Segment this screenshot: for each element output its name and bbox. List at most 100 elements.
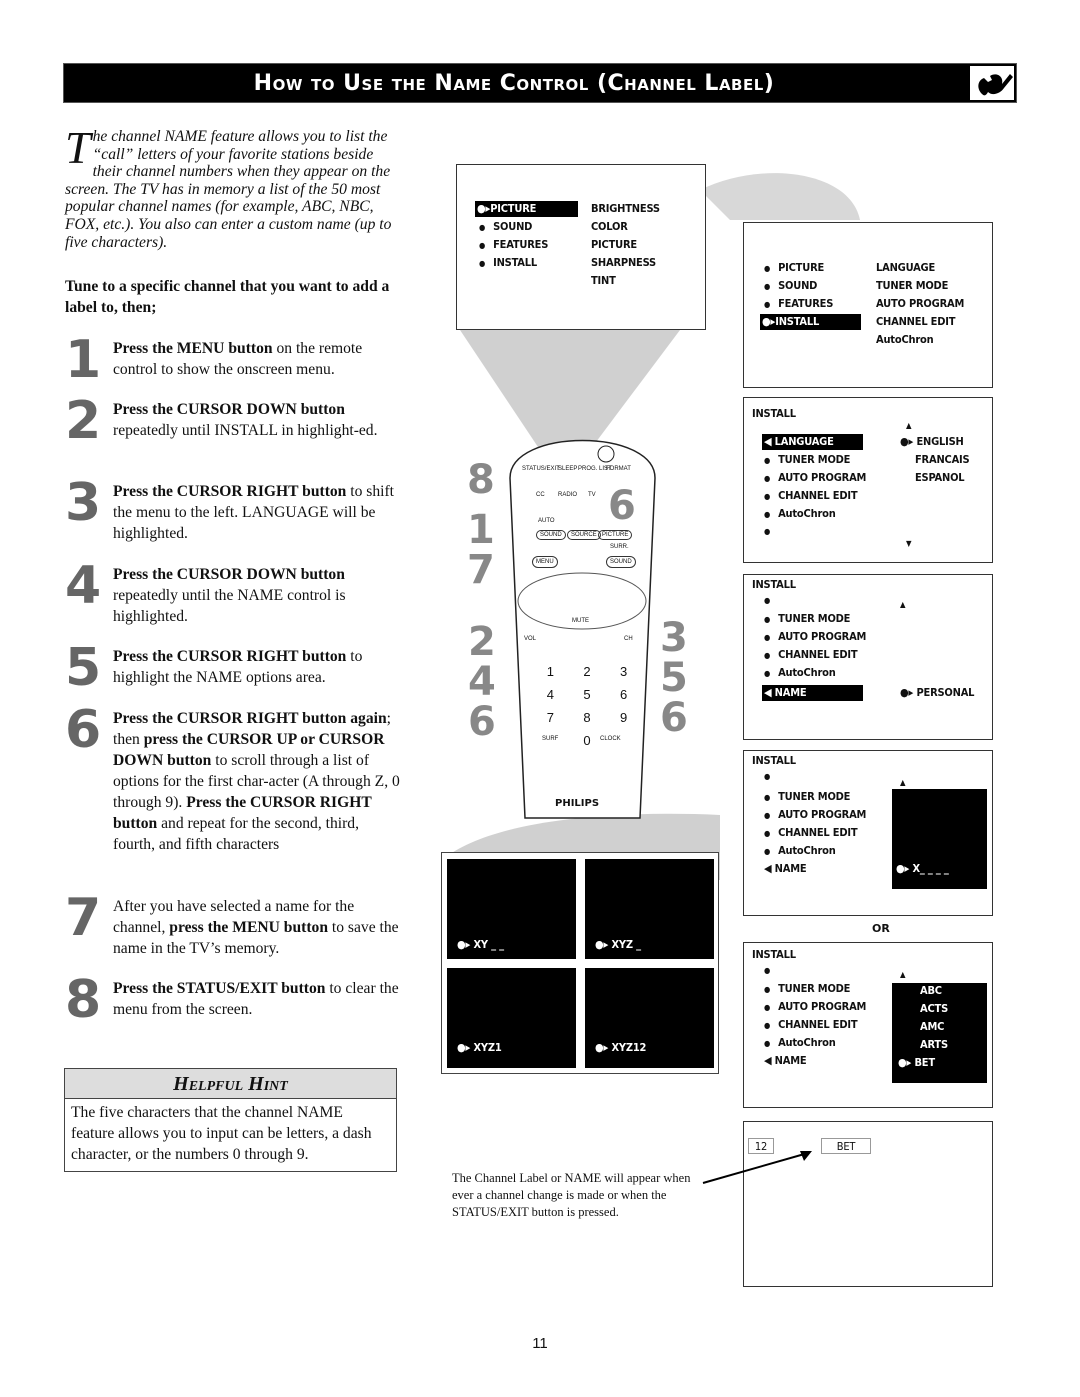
sound-button[interactable]: SOUND [536, 530, 566, 540]
surr-label: SURR. [610, 544, 629, 550]
step-text: After you have selected a name for the c… [113, 898, 399, 957]
more-icon: ● [764, 596, 771, 605]
option-francais: FRANCAIS [915, 453, 970, 466]
entry-screen: ●▸ XYZ12 [585, 968, 714, 1068]
step-4: 4 Press the CURSOR DOWN button repeatedl… [65, 560, 400, 634]
tv-screen-install-menu: PICTURE SOUND FEATURES ●▸INSTALL LANGUAG… [743, 222, 993, 388]
screen-title: INSTALL [752, 407, 796, 420]
screen-title: INSTALL [752, 754, 796, 767]
submenu-item: AUTO PROGRAM [876, 297, 965, 310]
submenu-item: CHANNEL EDIT [876, 315, 956, 328]
scroll-icon: ▲ [900, 970, 906, 979]
page-number: 11 [532, 1335, 548, 1352]
name-entry-value: ●▸ X_ _ _ _ [896, 862, 949, 875]
entry-value: XYZ _ [611, 938, 641, 951]
step-text: Press the CURSOR DOWN button repeatedly … [113, 401, 378, 439]
page-header: How to Use the Name Control (Channel Lab… [63, 63, 1017, 103]
brand-logo: PHILIPS [555, 798, 600, 809]
menu-item: AutoChron [764, 843, 836, 859]
auto-label: AUTO [538, 518, 555, 524]
menu-item-sound: SOUND [764, 278, 817, 294]
digit-button[interactable]: 3 [605, 664, 642, 679]
name-option: ABC [920, 984, 942, 997]
status-exit-label: STATUS/EXIT [522, 466, 560, 472]
menu-item: TUNER MODE [764, 452, 850, 468]
step-7: 7 After you have selected a name for the… [65, 892, 400, 966]
menu-item: AUTO PROGRAM [764, 470, 866, 486]
scroll-icon: ▲ [900, 600, 906, 609]
remote-body [509, 439, 656, 819]
menu-item: CHANNEL EDIT [764, 1017, 857, 1033]
digit-button[interactable]: 2 [569, 664, 606, 679]
hint-title: Helpful Hint [65, 1069, 396, 1099]
menu-item: CHANNEL EDIT [764, 825, 857, 841]
digit-button[interactable]: 4 [532, 687, 569, 702]
intro-paragraph: The channel NAME feature allows you to l… [65, 122, 400, 251]
submenu-item: SHARPNESS [591, 256, 656, 269]
step-6: 6 Press the CURSOR RIGHT button again; t… [65, 704, 400, 878]
or-label: OR [872, 922, 890, 935]
digit-button[interactable]: 0 [569, 733, 606, 748]
digit-button[interactable]: 8 [569, 710, 606, 725]
page-title: How to Use the Name Control (Channel Lab… [253, 71, 775, 96]
menu-item: AutoChron [764, 1035, 836, 1051]
menu-item-name: ◀ NAME [764, 862, 807, 875]
digit-button[interactable]: 7 [532, 710, 569, 725]
step-3: 3 Press the CURSOR RIGHT button to shift… [65, 477, 400, 551]
step-number: 4 [65, 556, 102, 616]
step-1: 1 Press the MENU button on the remote co… [65, 334, 400, 394]
callout-1-7: 1 7 [467, 507, 495, 593]
name-option: AMC [920, 1020, 945, 1033]
step-2: 2 Press the CURSOR DOWN button repeatedl… [65, 395, 400, 469]
menu-item: AutoChron [764, 506, 836, 522]
entry-value: XY _ _ [473, 938, 504, 951]
entry-screen: ●▸ XYZ _ [585, 859, 714, 959]
menu-item: AUTO PROGRAM [764, 807, 866, 823]
step-text: Press the CURSOR RIGHT button to shift t… [113, 483, 395, 542]
step-number: 8 [65, 970, 102, 1030]
name-entry-sequence: ●▸ XY _ _ ●▸ XYZ _ ●▸ XYZ1 ●▸ XYZ12 [441, 852, 719, 1074]
step-number: 5 [65, 638, 102, 698]
vol-label: VOL [524, 636, 537, 642]
digit-button[interactable]: 5 [569, 687, 606, 702]
menu-item: TUNER MODE [764, 981, 850, 997]
drop-cap: T [65, 122, 91, 173]
callout-2-4-6: 2 4 6 [468, 619, 496, 745]
menu-item-sound: SOUND [479, 219, 532, 235]
digit-button[interactable]: 9 [605, 710, 642, 725]
name-entry-box: ●▸ X_ _ _ _ [892, 789, 987, 889]
intro-text: he channel NAME feature allows you to li… [65, 128, 392, 251]
submenu-item: TINT [591, 274, 616, 287]
screen-title: INSTALL [752, 578, 796, 591]
digit-button[interactable]: 1 [532, 664, 569, 679]
menu-button[interactable]: MENU [532, 556, 558, 568]
screen-title: INSTALL [752, 948, 796, 961]
step-number: 3 [65, 473, 102, 533]
surr-sound-button[interactable]: SOUND [606, 556, 636, 568]
submenu-item: PICTURE [591, 238, 637, 251]
source-button[interactable]: SOURCE [567, 530, 601, 540]
step-text: Press the STATUS/EXIT button to clear th… [113, 980, 399, 1018]
scroll-up-icon: ▲ [906, 421, 912, 430]
menu-item-install: INSTALL [479, 255, 537, 271]
menu-item-picture: ●▸PICTURE [475, 201, 578, 217]
arrow-icon [702, 1151, 812, 1184]
menu-item: AutoChron [764, 665, 836, 681]
tv-screen-name: INSTALL ● ▲ TUNER MODE AUTO PROGRAM CHAN… [743, 574, 993, 740]
menu-item: AUTO PROGRAM [764, 629, 866, 645]
digit-button[interactable]: 6 [605, 687, 642, 702]
submenu-item: AutoChron [876, 333, 934, 346]
remote-control: STATUS/EXIT SLEEP PROG. LIST FORMAT CC R… [500, 418, 665, 838]
radio-label: RADIO [558, 492, 578, 498]
helpful-hint-box: Helpful Hint The five characters that th… [64, 1068, 397, 1172]
menu-item-features: FEATURES [764, 296, 833, 312]
entry-value: XYZ1 [473, 1041, 502, 1054]
menu-item-name: ◀ NAME [762, 685, 863, 701]
step-number: 7 [65, 888, 102, 948]
scroll-down-icon: ▼ [906, 539, 912, 548]
step-8: 8 Press the STATUS/EXIT button to clear … [65, 974, 400, 1028]
tv-screen-language: INSTALL ▲ ◀ LANGUAGE TUNER MODE AUTO PRO… [743, 397, 993, 563]
picture-button[interactable]: PICTURE [598, 530, 633, 540]
ch-label: CH [624, 636, 633, 642]
tv-screen-name-entry: INSTALL ● ▲ TUNER MODE AUTO PROGRAM CHAN… [743, 750, 993, 916]
